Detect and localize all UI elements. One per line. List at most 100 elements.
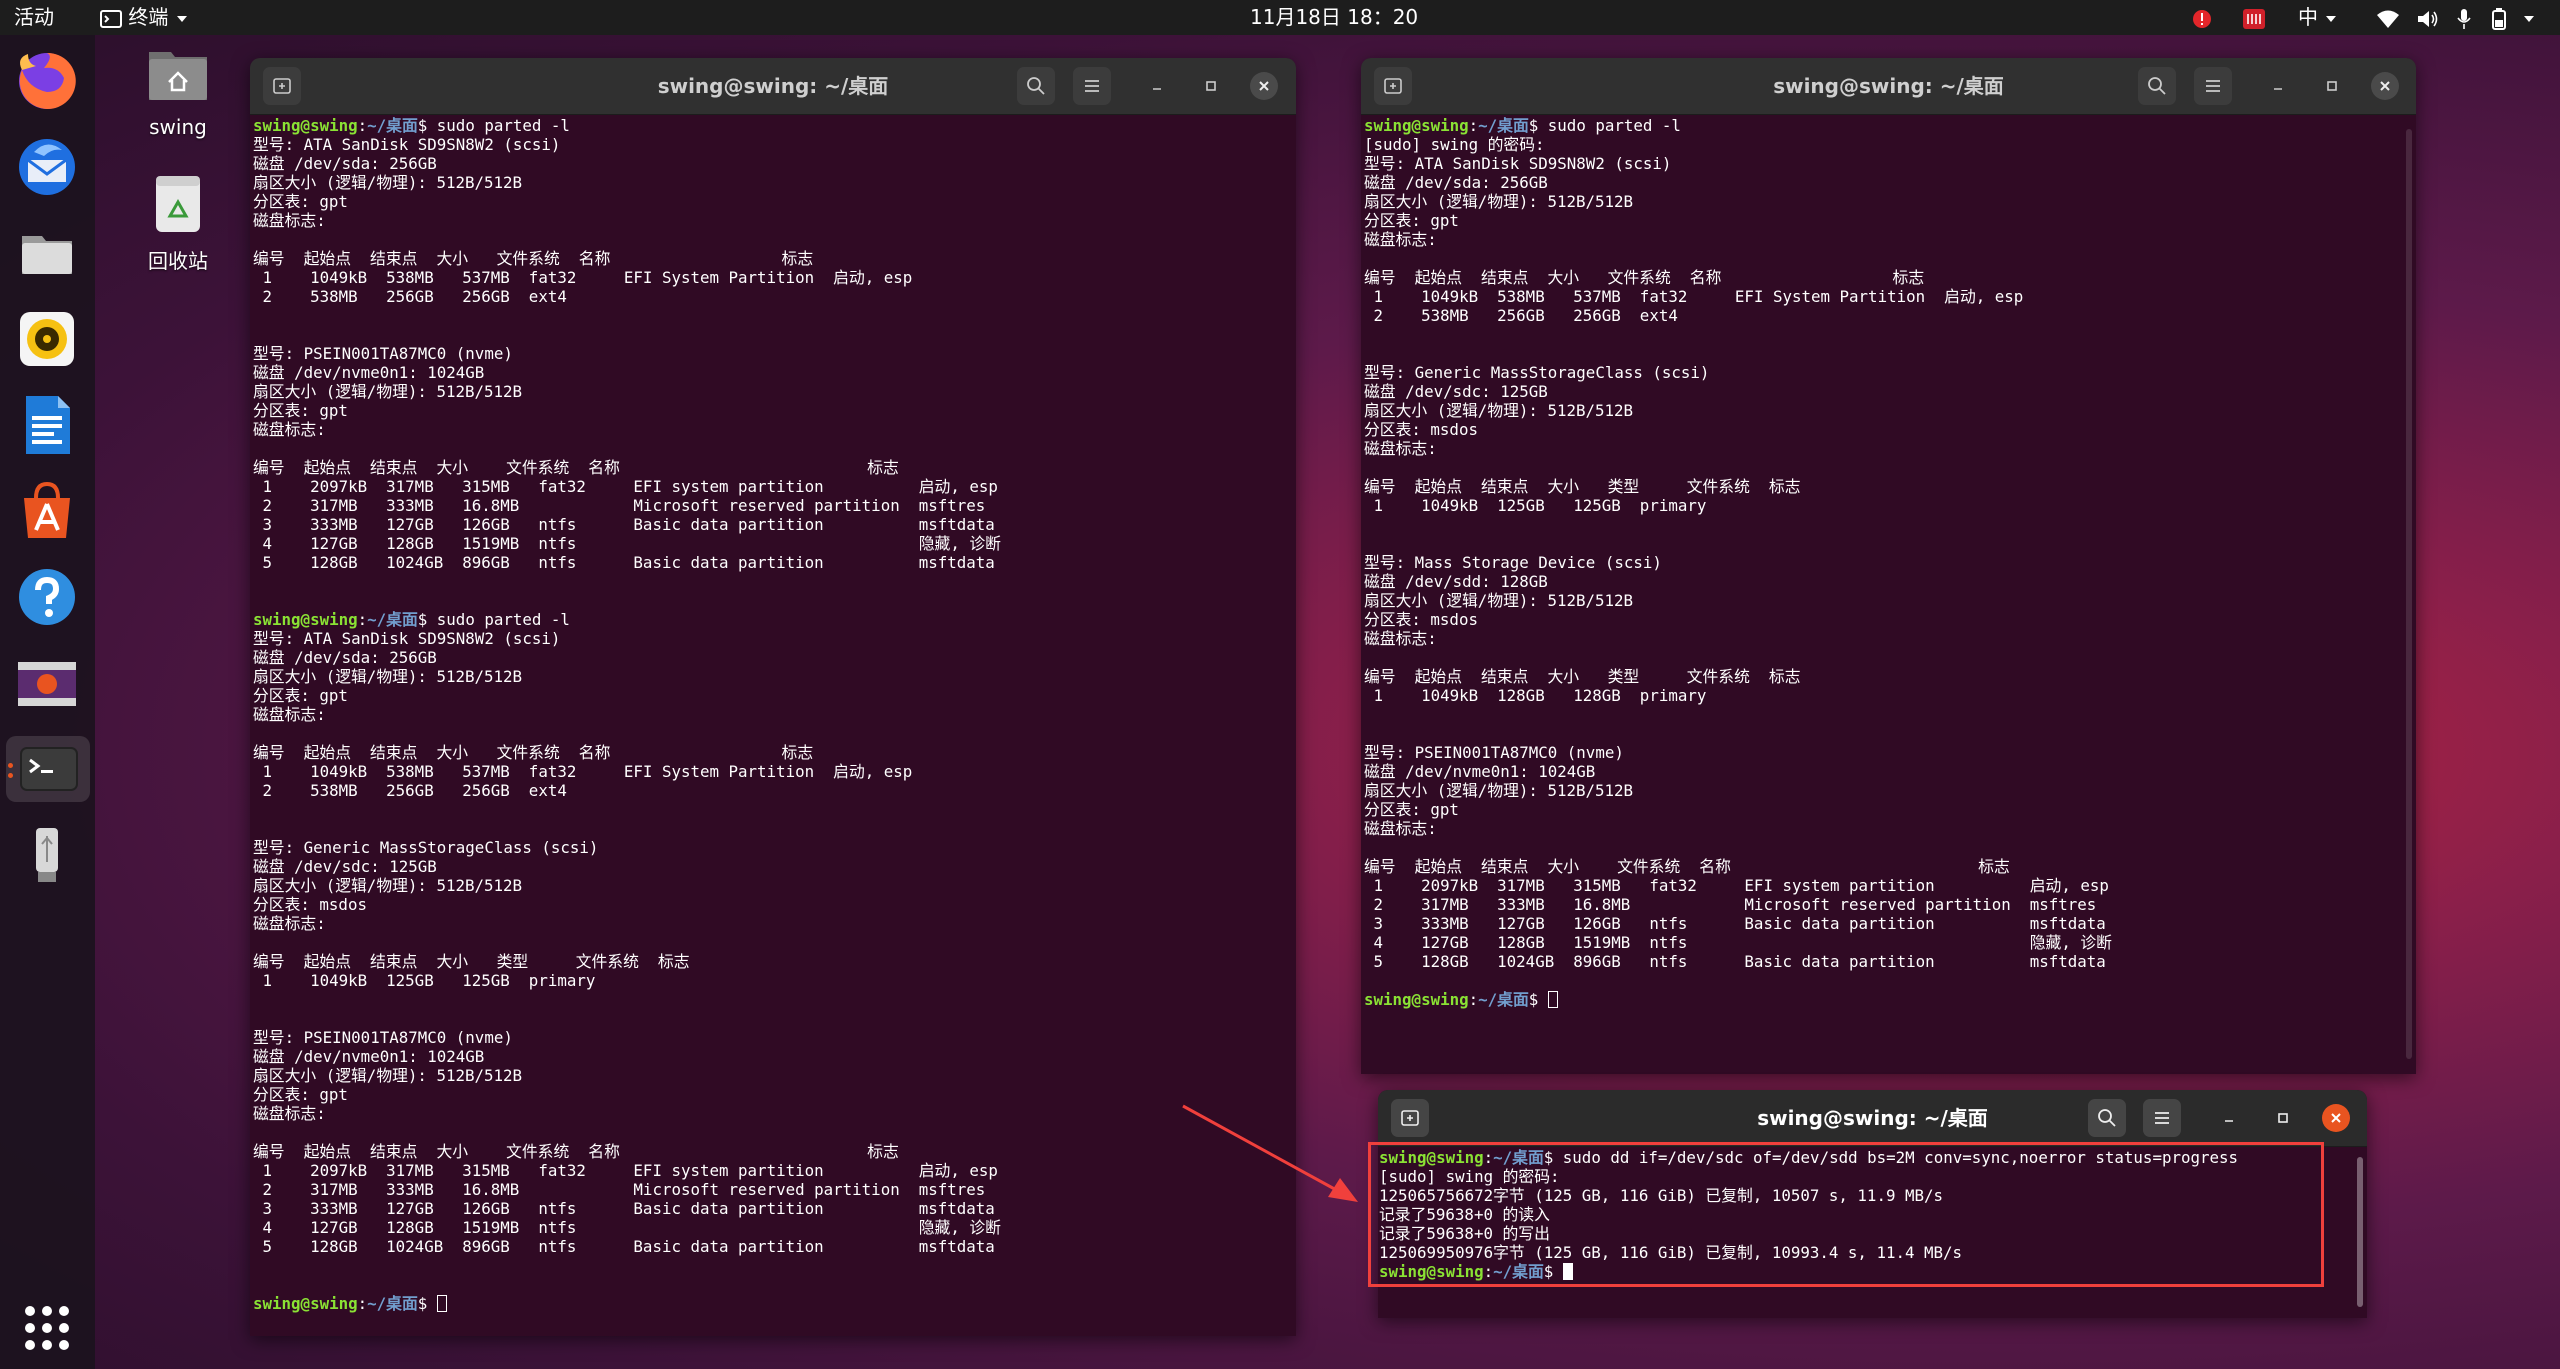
terminal-text-segment: 编号 起始点 结束点 大小 文件系统 名称 标志 bbox=[253, 458, 899, 477]
close-button[interactable] bbox=[2322, 1104, 2350, 1132]
terminal-text-segment: $ bbox=[1528, 990, 1548, 1009]
chevron-down-icon bbox=[176, 15, 187, 22]
terminal-text-segment: 分区表: msdos bbox=[1364, 610, 1478, 629]
battery-icon[interactable] bbox=[2492, 0, 2506, 35]
terminal-line: 分区表: msdos bbox=[1364, 610, 1478, 629]
terminal-line: 型号: Generic MassStorageClass (scsi) bbox=[253, 838, 598, 857]
close-button[interactable] bbox=[2371, 72, 2399, 100]
terminal-line: 编号 起始点 结束点 大小 文件系统 名称 标志 bbox=[1364, 268, 1924, 287]
terminal-line: 分区表: gpt bbox=[1364, 211, 1459, 230]
dock-thunderbird[interactable] bbox=[14, 134, 80, 200]
terminal-line: 编号 起始点 结束点 大小 文件系统 名称 标志 bbox=[253, 458, 899, 477]
desktop-home[interactable]: swing bbox=[118, 44, 238, 139]
terminal-window-right[interactable]: swing@swing: ~/桌面 swing@swing:~/桌面$ sudo… bbox=[1361, 58, 2416, 1074]
terminal-text-segment: 2 317MB 333MB 16.8MB Microsoft reserved … bbox=[1364, 895, 2097, 914]
minimize-button[interactable] bbox=[2264, 72, 2292, 100]
rhythmbox-icon bbox=[20, 312, 74, 366]
dock-writer[interactable] bbox=[14, 392, 80, 458]
terminal-text-segment: 分区表: gpt bbox=[1364, 211, 1459, 230]
terminal-line: 扇区大小 (逻辑/物理): 512B/512B bbox=[1364, 192, 1633, 211]
files-icon bbox=[22, 236, 72, 274]
terminal-text-segment: 磁盘标志: bbox=[253, 420, 326, 439]
activities-button[interactable]: 活动 bbox=[14, 0, 54, 35]
terminal-line: 磁盘标志: bbox=[1364, 819, 1437, 838]
dock-files[interactable] bbox=[14, 220, 80, 286]
terminal-output[interactable]: swing@swing:~/桌面$ sudo parted -l 型号: ATA… bbox=[250, 115, 1296, 1336]
terminal-line: 分区表: gpt bbox=[253, 1085, 348, 1104]
calendar-app-icon[interactable] bbox=[2242, 0, 2266, 35]
usb-drive-icon bbox=[36, 828, 58, 882]
minimize-button[interactable] bbox=[1143, 72, 1171, 100]
close-button[interactable] bbox=[1250, 72, 1278, 100]
dock-video[interactable] bbox=[14, 650, 80, 716]
terminal-line: 3 333MB 127GB 126GB ntfs Basic data part… bbox=[253, 515, 995, 534]
clock[interactable]: 11月18日 18：20 bbox=[1250, 0, 1418, 35]
terminal-text-segment: 扇区大小 (逻辑/物理): 512B/512B bbox=[253, 382, 523, 401]
menu-button[interactable] bbox=[2143, 1099, 2181, 1137]
search-button[interactable] bbox=[1017, 67, 1055, 105]
dock-usb-drive[interactable] bbox=[14, 822, 80, 888]
terminal-line: 3 333MB 127GB 126GB ntfs Basic data part… bbox=[253, 1199, 995, 1218]
top-bar: 活动 终端 11月18日 18：20 中 bbox=[0, 0, 2560, 35]
terminal-text-segment: 编号 起始点 结束点 大小 类型 文件系统 标志 bbox=[1364, 477, 1801, 496]
prompt-user: swing@swing bbox=[1364, 990, 1469, 1009]
dock-firefox[interactable] bbox=[14, 48, 80, 114]
terminal-window-left[interactable]: swing@swing: ~/桌面 swing@swing:~/桌面$ sudo… bbox=[250, 58, 1296, 1336]
terminal-line: 扇区大小 (逻辑/物理): 512B/512B bbox=[253, 1066, 522, 1085]
menu-button[interactable] bbox=[2194, 67, 2232, 105]
terminal-text-segment: 分区表: gpt bbox=[253, 401, 348, 420]
terminal-line: 2 538MB 256GB 256GB ext4 bbox=[253, 287, 567, 306]
notification-badge-icon[interactable] bbox=[2192, 0, 2212, 35]
scrollbar[interactable] bbox=[2406, 129, 2412, 1059]
volume-icon[interactable] bbox=[2416, 0, 2440, 35]
window-titlebar[interactable]: swing@swing: ~/桌面 bbox=[1361, 58, 2416, 115]
input-method-indicator[interactable]: 中 bbox=[2298, 0, 2338, 35]
terminal-output[interactable]: swing@swing:~/桌面$ sudo parted -l [sudo] … bbox=[1361, 115, 2416, 1074]
system-menu-chevron-icon[interactable] bbox=[2522, 0, 2536, 35]
dock-terminal[interactable] bbox=[6, 736, 90, 802]
terminal-line: 磁盘标志: bbox=[1364, 629, 1437, 648]
app-menu-label: 终端 bbox=[128, 5, 169, 29]
dock-rhythmbox[interactable] bbox=[14, 306, 80, 372]
terminal-text-segment: $ bbox=[417, 1294, 437, 1313]
terminal-text-segment: 分区表: gpt bbox=[1364, 800, 1459, 819]
terminal-line: 扇区大小 (逻辑/物理): 512B/512B bbox=[1364, 591, 1633, 610]
microphone-icon[interactable] bbox=[2456, 0, 2472, 35]
maximize-button[interactable] bbox=[2318, 72, 2346, 100]
terminal-text-segment: 编号 起始点 结束点 大小 文件系统 名称 标志 bbox=[1364, 857, 2010, 876]
desktop-trash[interactable]: 回收站 bbox=[118, 172, 238, 274]
terminal-text-segment: 磁盘标志: bbox=[1364, 230, 1437, 249]
terminal-line: 磁盘 /dev/nvme0n1: 1024GB bbox=[253, 363, 484, 382]
search-button[interactable] bbox=[2138, 67, 2176, 105]
grid-icon bbox=[25, 1306, 69, 1350]
maximize-button[interactable] bbox=[2269, 1104, 2297, 1132]
search-icon bbox=[1027, 77, 1045, 95]
dock-software[interactable] bbox=[14, 478, 80, 544]
terminal-line: swing@swing:~/桌面$ sudo parted -l bbox=[1364, 116, 1681, 135]
wifi-icon[interactable] bbox=[2376, 0, 2400, 35]
terminal-line: 分区表: gpt bbox=[253, 401, 348, 420]
maximize-button[interactable] bbox=[1197, 72, 1225, 100]
terminal-text-segment: 分区表: msdos bbox=[253, 895, 367, 914]
search-button[interactable] bbox=[2088, 1099, 2126, 1137]
terminal-text-segment: 磁盘标志: bbox=[1364, 819, 1437, 838]
terminal-text-segment: 编号 起始点 结束点 大小 类型 文件系统 标志 bbox=[1364, 667, 1801, 686]
dock-help[interactable] bbox=[14, 564, 80, 630]
scrollbar[interactable] bbox=[2357, 1157, 2363, 1307]
menu-button[interactable] bbox=[1073, 67, 1111, 105]
terminal-line: 1 1049kB 125GB 125GB primary bbox=[1364, 496, 1707, 515]
terminal-text-segment: 2 317MB 333MB 16.8MB Microsoft reserved … bbox=[253, 1180, 986, 1199]
terminal-text-segment: : bbox=[1468, 990, 1479, 1009]
terminal-text-segment: 4 127GB 128GB 1519MB ntfs 隐藏, 诊断 bbox=[1364, 933, 2112, 952]
terminal-text-segment: 磁盘 /dev/sdc: 125GB bbox=[253, 857, 437, 876]
terminal-text-segment: 4 127GB 128GB 1519MB ntfs 隐藏, 诊断 bbox=[253, 1218, 1001, 1237]
show-applications-button[interactable] bbox=[14, 1295, 80, 1361]
window-titlebar[interactable]: swing@swing: ~/桌面 bbox=[250, 58, 1296, 115]
app-menu[interactable]: 终端 bbox=[100, 0, 189, 35]
terminal-text-segment: 型号: Generic MassStorageClass (scsi) bbox=[1364, 363, 1710, 382]
minimize-button[interactable] bbox=[2215, 1104, 2243, 1132]
maximize-icon bbox=[1206, 81, 1216, 91]
window-titlebar[interactable]: swing@swing: ~/桌面 bbox=[1378, 1090, 2367, 1147]
desktop-trash-label: 回收站 bbox=[148, 249, 208, 273]
terminal-text-segment: 1 2097kB 317MB 315MB fat32 EFI system pa… bbox=[253, 477, 998, 496]
